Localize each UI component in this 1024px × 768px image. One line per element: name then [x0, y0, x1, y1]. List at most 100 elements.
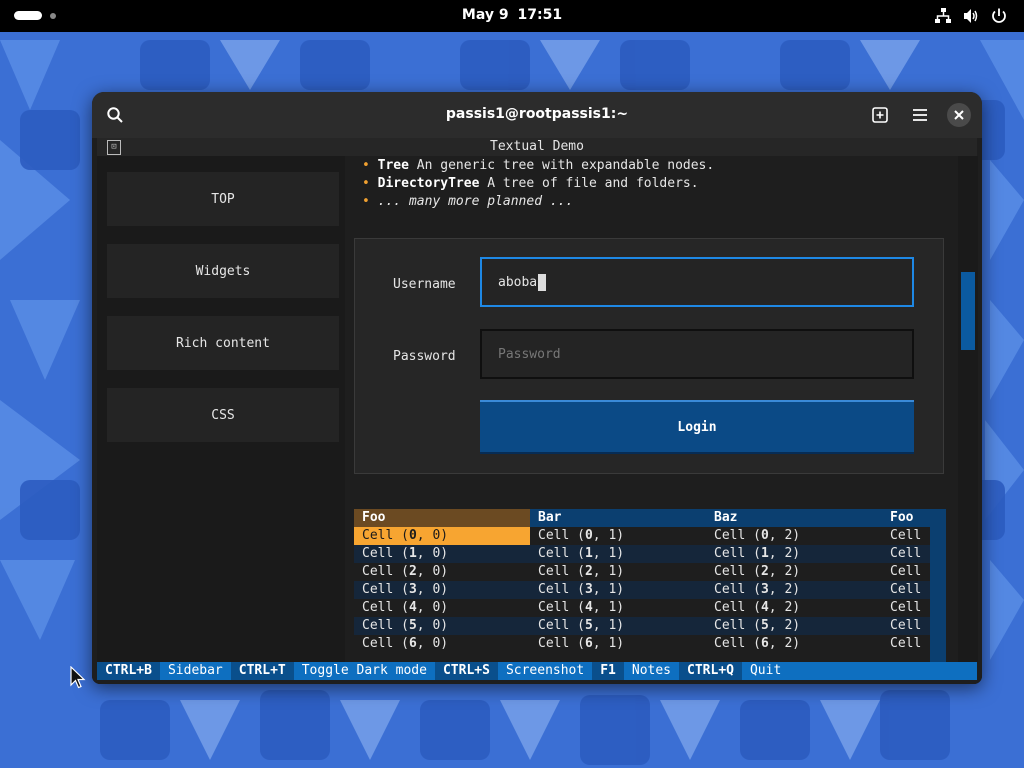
bullet-icon: •	[362, 194, 370, 209]
table-cell-truncated[interactable]: Cell	[882, 545, 930, 563]
close-button[interactable]	[947, 103, 971, 127]
sidebar-button-rich-content[interactable]: Rich content	[107, 316, 339, 370]
cell-row-index: 0	[760, 528, 769, 543]
column-header[interactable]: Foo	[354, 509, 530, 527]
sidebar-button-css[interactable]: CSS	[107, 388, 339, 442]
table-header-row: Foo Bar Baz Foo	[354, 509, 930, 527]
table-cell[interactable]: Cell (4, 0)	[354, 599, 530, 617]
clock[interactable]: May 9 17:51	[0, 7, 1024, 23]
bullet-icon: •	[362, 158, 370, 173]
table-cell[interactable]: Cell (2, 1)	[530, 563, 706, 581]
table-cell[interactable]: Cell (4, 2)	[706, 599, 882, 617]
password-input[interactable]: Password	[480, 329, 914, 379]
username-input[interactable]: aboba	[480, 257, 914, 307]
table-row[interactable]: Cell (5, 0) Cell (5, 1) Cell (5, 2) Cell	[354, 617, 930, 635]
footer-binding-screenshot[interactable]: CTRL+S Screenshot	[434, 662, 592, 680]
footer-description: Screenshot	[505, 663, 585, 678]
data-table[interactable]: Foo Bar Baz Foo Cell (0, 0) Cell (0, 1) Ce…	[354, 509, 946, 662]
table-row[interactable]: Cell (3, 0) Cell (3, 1) Cell (3, 2) Cell	[354, 581, 930, 599]
table-cell[interactable]: Cell (0, 1)	[530, 527, 706, 545]
table-cell-truncated[interactable]: Cell	[882, 527, 930, 545]
table-cell[interactable]: Cell (3, 1)	[530, 581, 706, 599]
table-cell[interactable]: Cell (5, 0)	[354, 617, 530, 635]
footer-binding-sidebar[interactable]: CTRL+B Sidebar	[97, 662, 231, 680]
table-row[interactable]: Cell (4, 0) Cell (4, 1) Cell (4, 2) Cell	[354, 599, 930, 617]
login-button[interactable]: Login	[480, 400, 914, 454]
list-item-text: ... many more planned ...	[377, 194, 574, 209]
menu-button[interactable]	[907, 102, 933, 128]
cell-row-index: 2	[584, 564, 593, 579]
footer-binding-dark-mode[interactable]: CTRL+T Toggle Dark mode	[230, 662, 435, 680]
table-cell[interactable]: Cell (6, 1)	[530, 635, 706, 653]
cell-row-index: 3	[584, 582, 593, 597]
table-scrollbar[interactable]	[930, 509, 946, 662]
table-cell[interactable]: Cell (0, 0)	[354, 527, 530, 545]
cell-row-index: 1	[760, 546, 769, 561]
table-cell[interactable]: Cell (2, 2)	[706, 563, 882, 581]
text-cursor	[538, 273, 547, 291]
footer-binding-quit[interactable]: CTRL+Q Quit	[679, 662, 789, 680]
cell-row-index: 2	[408, 564, 417, 579]
table-cell[interactable]: Cell (1, 2)	[706, 545, 882, 563]
table-cell[interactable]: Cell (2, 0)	[354, 563, 530, 581]
sidebar-button-top[interactable]: TOP	[107, 172, 339, 226]
scrollbar-thumb[interactable]	[961, 272, 975, 350]
table-cell[interactable]: Cell (1, 0)	[354, 545, 530, 563]
column-header[interactable]: Baz	[706, 509, 882, 527]
volume-icon[interactable]	[962, 7, 980, 25]
footer-description: Toggle Dark mode	[301, 663, 427, 678]
terminal-content[interactable]: ⊡ Textual Demo TOP Widgets Rich content …	[92, 138, 982, 684]
main-content: • Tree An generic tree with expandable n…	[354, 156, 954, 662]
window-headerbar[interactable]: passis1@rootpassis1:~	[92, 92, 982, 138]
footer-description: Notes	[631, 663, 672, 678]
table-cell[interactable]: Cell (1, 1)	[530, 545, 706, 563]
list-item-text: A tree of file and folders.	[479, 176, 699, 191]
window-title: passis1@rootpassis1:~	[445, 106, 629, 122]
power-icon[interactable]	[990, 7, 1008, 25]
table-cell-truncated[interactable]: Cell	[882, 635, 930, 653]
table-row[interactable]: Cell (0, 0) Cell (0, 1) Cell (0, 2) Cell	[354, 527, 930, 545]
list-item: • ... many more planned ...	[362, 194, 573, 212]
footer-binding-notes[interactable]: F1 Notes	[592, 662, 679, 680]
column-header[interactable]: Bar	[530, 509, 706, 527]
sidebar: TOP Widgets Rich content CSS	[97, 156, 345, 662]
sidebar-button-widgets[interactable]: Widgets	[107, 244, 339, 298]
table-cell[interactable]: Cell (6, 0)	[354, 635, 530, 653]
footer-description: Sidebar	[167, 663, 223, 678]
app-title: Textual Demo	[490, 139, 584, 154]
list-item-text: An generic tree with expandable nodes.	[408, 158, 715, 173]
column-header[interactable]: Foo	[882, 509, 930, 527]
table-row[interactable]: Cell (6, 0) Cell (6, 1) Cell (6, 2) Cell	[354, 635, 930, 653]
bullet-icon: •	[362, 176, 370, 191]
close-icon	[954, 110, 964, 120]
cell-row-index: 0	[408, 528, 417, 543]
table-cell[interactable]: Cell (0, 2)	[706, 527, 882, 545]
footer-key: F1	[592, 662, 624, 680]
cell-row-index: 4	[584, 600, 593, 615]
table-cell[interactable]: Cell (5, 2)	[706, 617, 882, 635]
table-cell[interactable]: Cell (3, 2)	[706, 581, 882, 599]
footer-keybindings: CTRL+B Sidebar CTRL+T Toggle Dark mode CTRL+…	[97, 662, 977, 680]
list-item-term: Tree	[377, 158, 409, 173]
table-cell[interactable]: Cell (3, 0)	[354, 581, 530, 599]
table-cell-truncated[interactable]: Cell	[882, 599, 930, 617]
table-cell-truncated[interactable]: Cell	[882, 581, 930, 599]
password-placeholder: Password	[498, 346, 561, 362]
table-row[interactable]: Cell (2, 0) Cell (2, 1) Cell (2, 2) Cell	[354, 563, 930, 581]
table-cell[interactable]: Cell (4, 1)	[530, 599, 706, 617]
cell-row-index: 2	[760, 564, 769, 579]
table-cell-truncated[interactable]: Cell	[882, 617, 930, 635]
table-row[interactable]: Cell (1, 0) Cell (1, 1) Cell (1, 2) Cell	[354, 545, 930, 563]
password-label: Password	[393, 349, 456, 364]
cell-row-index: 0	[584, 528, 593, 543]
terminal-window: passis1@rootpassis1:~ ⊡ Textual Demo TOP	[92, 92, 982, 684]
content-scrollbar[interactable]	[958, 156, 978, 662]
new-tab-button[interactable]	[867, 102, 893, 128]
table-cell-truncated[interactable]: Cell	[882, 563, 930, 581]
system-top-bar: May 9 17:51	[0, 0, 1024, 32]
table-cell[interactable]: Cell (6, 2)	[706, 635, 882, 653]
network-icon[interactable]	[934, 7, 952, 25]
table-cell[interactable]: Cell (5, 1)	[530, 617, 706, 635]
list-item: • DirectoryTree A tree of file and folde…	[362, 176, 699, 194]
clock-time: 17:51	[517, 7, 563, 23]
